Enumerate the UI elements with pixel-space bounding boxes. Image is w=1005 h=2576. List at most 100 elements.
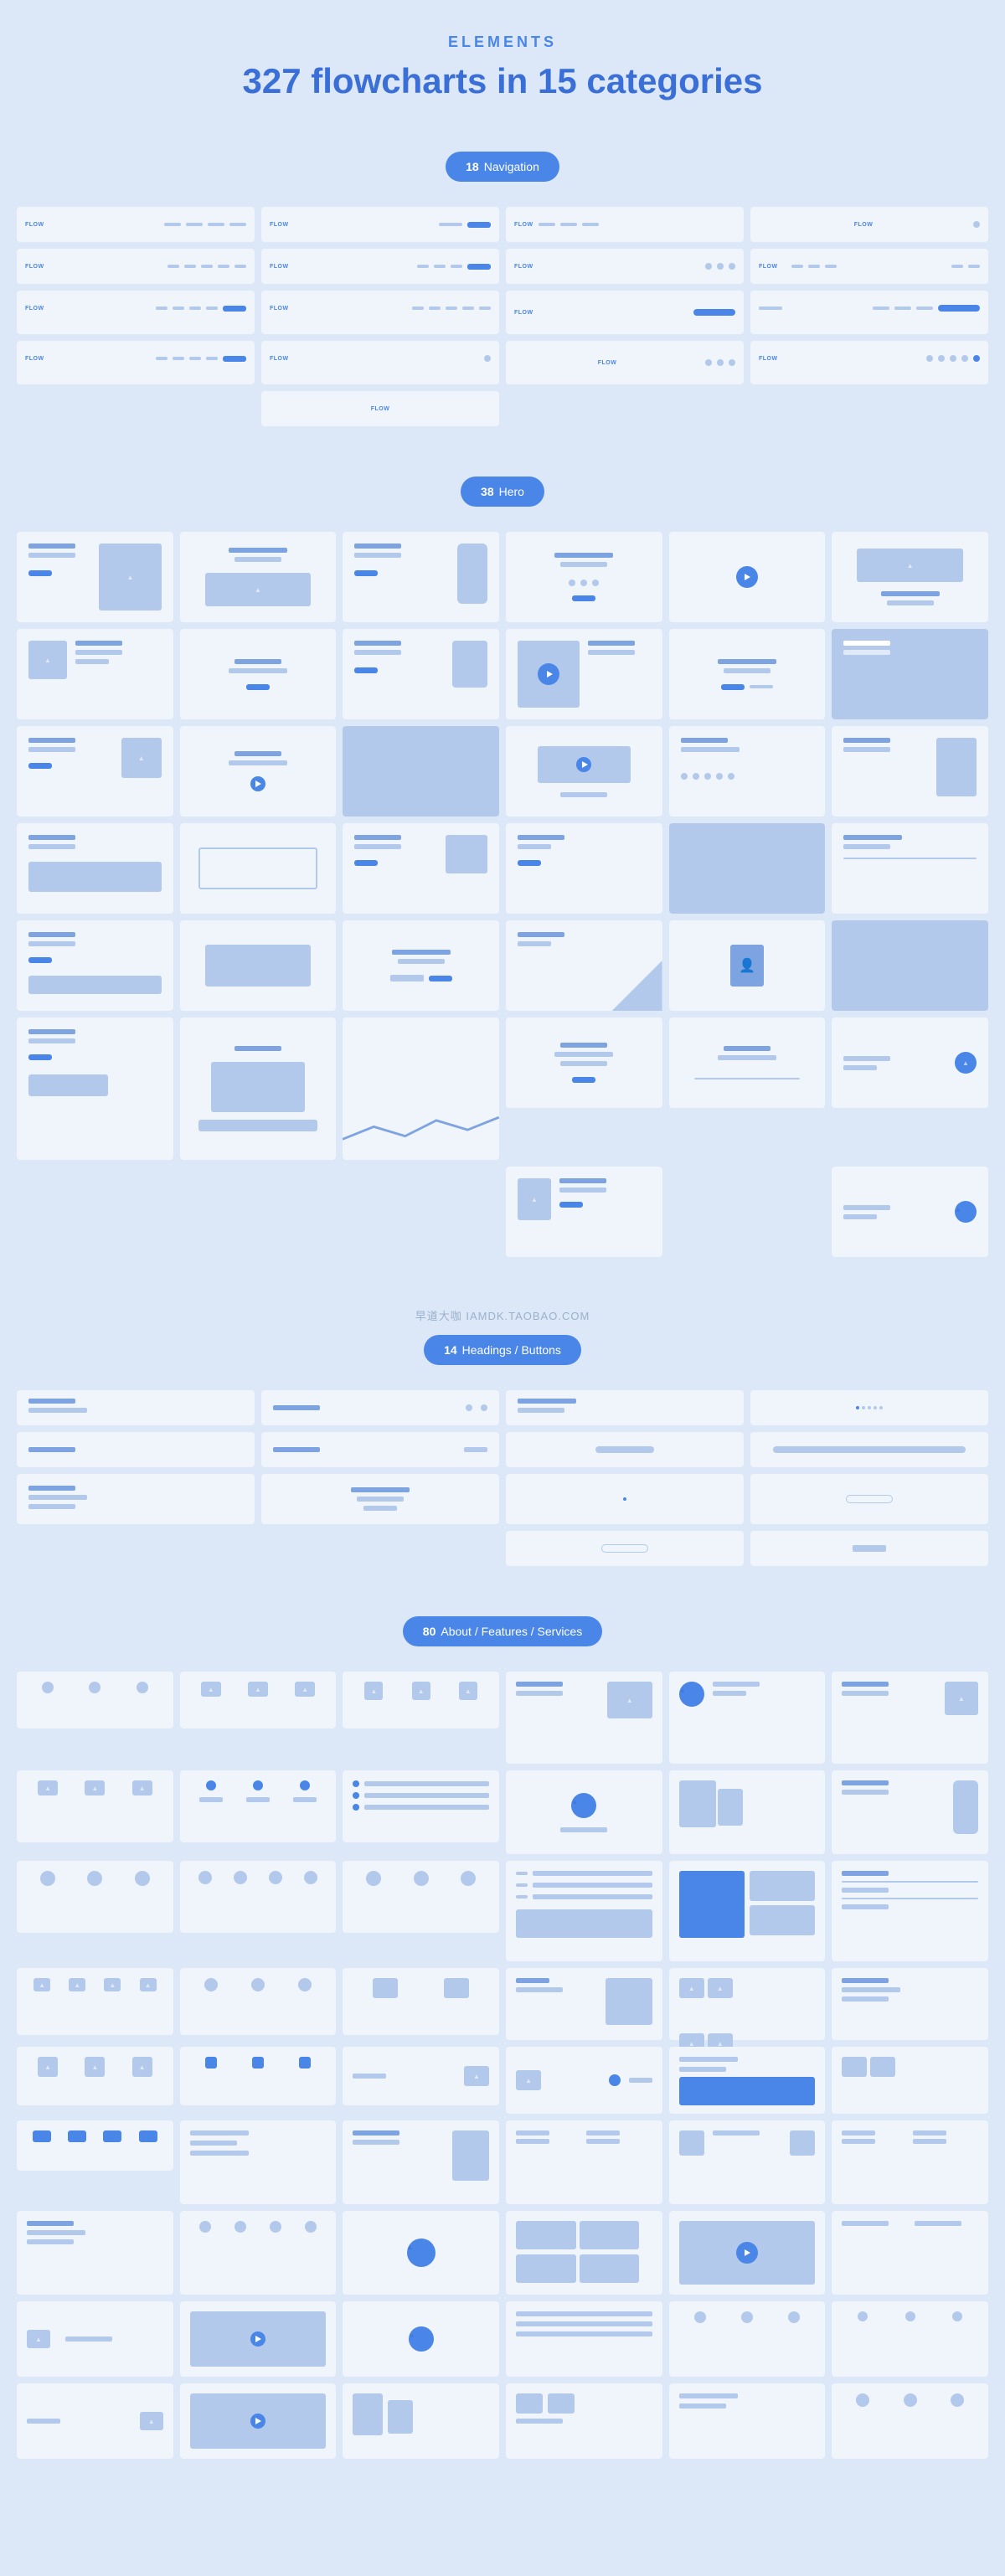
nav-card: FLOW [506,249,744,284]
nav-grid: FLOW FLOW FLOW FLOW FLOW FLOW FLOW FLOW … [17,207,988,426]
hero-card [17,823,173,914]
logo: FLOW [270,264,289,270]
feat-card [343,2047,499,2105]
feat-card [17,1672,173,1728]
hero-card [832,629,988,719]
feat-card [669,1672,826,1764]
hero-card [343,726,499,817]
hero-card [180,920,337,1011]
nav-card: FLOW [506,207,744,242]
feat-card [17,1968,173,2035]
nav-card: FLOW [261,291,499,334]
head-card [506,1531,744,1566]
hero-card [17,726,173,817]
head-card [17,1432,255,1467]
hero-card [506,823,662,914]
feat-card [180,1861,337,1933]
logo: FLOW [270,356,289,362]
nav-card: FLOW [261,391,499,426]
feat-card [17,2120,173,2171]
feat-card [832,2383,988,2459]
hero-card [343,1018,499,1160]
feat-card [506,1968,662,2040]
category-pill-feat: 80About / Features / Services [403,1616,602,1646]
page-title: 327 flowcharts in 15 categories [17,61,988,101]
feat-card [832,1770,988,1854]
logo: FLOW [598,360,617,366]
hero-card [17,629,173,719]
feat-card [343,1770,499,1842]
head-card [750,1390,988,1425]
head-card [506,1432,744,1467]
hero-card [832,920,988,1011]
play-icon [538,663,559,685]
logo: FLOW [759,356,778,362]
nav-card: FLOW [261,341,499,384]
hero-card [832,532,988,622]
hero-card [506,1167,662,1257]
logo: FLOW [25,356,44,362]
logo: FLOW [25,264,44,270]
section-navigation: 18Navigation FLOW FLOW FLOW FLOW FLOW FL… [17,152,988,426]
feat-card [832,2120,988,2204]
logo: FLOW [270,306,289,312]
feat-card [506,2211,662,2295]
play-icon [250,2414,265,2429]
logo: FLOW [270,222,289,228]
category-pill-hero: 38Hero [461,477,544,507]
hero-card [180,726,337,817]
feat-card [669,1770,826,1854]
feat-card [506,2301,662,2377]
hero-card [506,629,662,719]
nav-card: FLOW [261,207,499,242]
feat-card [180,2301,337,2377]
head-card [17,1474,255,1524]
feat-card [832,2211,988,2295]
feat-card [343,2383,499,2459]
feat-card [343,1861,499,1933]
head-card [17,1390,255,1425]
nav-card: FLOW [17,341,255,384]
feat-card [180,1770,337,1842]
feat-card [506,2383,662,2459]
head-card [261,1474,499,1524]
feat-card [343,2301,499,2377]
hero-card [17,1018,173,1160]
category-pill-head: 14Headings / Buttons [424,1335,581,1365]
head-card [750,1432,988,1467]
feat-card [669,2047,826,2114]
nav-card: FLOW [750,207,988,242]
feat-card [180,2047,337,2105]
hero-card [343,532,499,622]
hero-card [832,823,988,914]
feat-card [343,1968,499,2035]
section-hero: 38Hero 👤 [17,477,988,1257]
feat-card [669,1861,826,1961]
hero-card [17,532,173,622]
feat-card [832,2047,988,2114]
feat-card [180,1672,337,1728]
play-icon [250,776,265,791]
hero-card [506,1018,662,1108]
nav-card: FLOW [17,207,255,242]
hero-card [506,920,662,1011]
hero-grid: 👤 [17,532,988,1257]
play-icon [576,757,591,772]
hero-card [832,1167,988,1257]
head-grid [17,1390,988,1566]
play-icon [250,2331,265,2347]
nav-card: FLOW [506,341,744,384]
feat-card [669,2383,826,2459]
feat-card [506,2120,662,2204]
logo: FLOW [514,264,533,270]
feat-card [669,2120,826,2204]
feat-card [180,2383,337,2459]
hero-card [343,823,499,914]
feat-card [17,2301,173,2377]
nav-card: FLOW [17,249,255,284]
head-card [750,1474,988,1524]
nav-card: FLOW [750,249,988,284]
hero-card [17,920,173,1011]
nav-card: FLOW [261,249,499,284]
nav-card: FLOW [17,291,255,334]
